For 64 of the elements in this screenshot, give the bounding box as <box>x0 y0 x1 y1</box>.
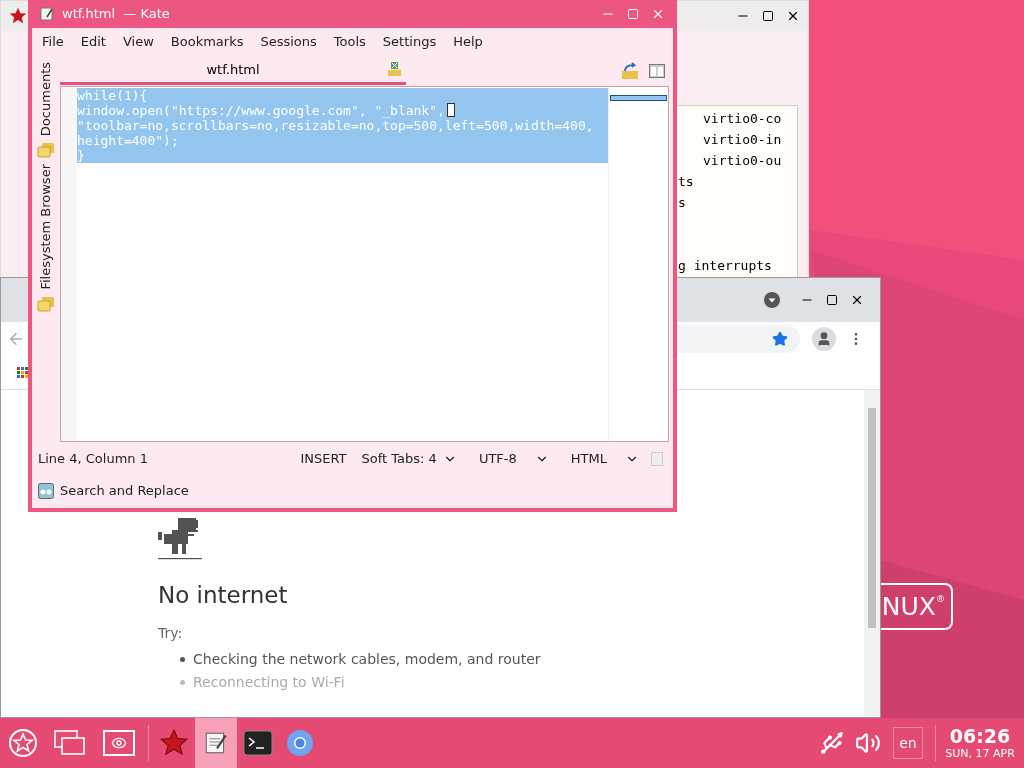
terminal-icon <box>243 730 273 756</box>
back-icon[interactable] <box>7 330 25 348</box>
dinosaur-icon <box>158 518 202 562</box>
menu-item[interactable]: Help <box>453 32 483 52</box>
network-icon[interactable] <box>819 730 845 756</box>
document-icon <box>40 7 54 21</box>
scrollbar[interactable] <box>864 390 880 717</box>
dropdown-icon[interactable] <box>764 292 780 308</box>
logo-text: NUX <box>881 594 936 619</box>
code-line: } <box>77 148 85 163</box>
close-icon[interactable] <box>850 293 864 307</box>
bullet-icon <box>180 679 185 685</box>
split-view-icon[interactable] <box>649 64 665 78</box>
code-line: window.open("https://www.google.com", "_blank", <box>77 103 445 118</box>
output-line: s <box>678 194 686 212</box>
bullet-icon <box>180 656 185 662</box>
code-line: "toolbar=no,scrollbars=no,resizable=no,top=500,left=500,width=400, <box>77 118 594 133</box>
folder-arrow-icon[interactable] <box>621 62 639 80</box>
output-line: virtio0-ou <box>703 152 782 170</box>
window-title: wtf.html — Kate <box>62 5 171 24</box>
star-icon <box>160 729 188 757</box>
code-line: while(1){ <box>77 88 148 103</box>
star-circle-icon <box>8 728 38 758</box>
close-icon[interactable] <box>786 9 800 23</box>
try-label: Try: <box>158 623 183 643</box>
binoculars-icon <box>38 483 54 499</box>
menu-item[interactable]: Edit <box>80 32 106 52</box>
suggestion-text: Checking the network cables, modem, and router <box>193 649 541 669</box>
cursor-position: Line 4, Column 1 <box>38 450 149 469</box>
maximize-icon[interactable] <box>762 10 774 22</box>
output-line: virtio0-in <box>703 131 782 149</box>
menu-item[interactable]: View <box>122 32 154 52</box>
menu-item[interactable]: File <box>42 32 64 52</box>
output-line: g interrupts <box>678 257 772 275</box>
code-line: height=400"); <box>77 133 179 148</box>
sidebar-tab[interactable]: Filesystem Browser <box>36 164 56 290</box>
notepad-icon <box>203 730 229 756</box>
menu-item[interactable]: Bookmarks <box>170 32 244 52</box>
profile-icon[interactable] <box>812 327 836 351</box>
search-replace-button[interactable]: Search and Replace <box>60 481 189 501</box>
save-icon <box>651 452 663 466</box>
clock[interactable]: 06:26 SUN, 17 APR <box>936 727 1024 759</box>
apps-grid-icon[interactable] <box>17 366 29 379</box>
menu-item[interactable]: Settings <box>382 32 437 52</box>
keyboard-layout-button[interactable]: en <box>893 727 923 759</box>
output-line: ts <box>678 173 694 191</box>
globe-icon <box>286 729 314 757</box>
syntax-dropdown[interactable]: HTML <box>570 449 639 469</box>
menu-item[interactable]: Tools <box>333 32 366 52</box>
registered-mark: ® <box>936 593 945 606</box>
indentation-dropdown[interactable]: Soft Tabs: 4 <box>361 449 457 469</box>
encoding-dropdown[interactable]: UTF-8 <box>478 449 549 469</box>
sidebar-tab[interactable]: Documents <box>36 62 56 137</box>
taskbar-button[interactable] <box>195 718 237 768</box>
maximize-icon[interactable] <box>826 294 838 306</box>
input-mode[interactable]: INSERT <box>300 449 347 469</box>
close-document-icon[interactable] <box>386 61 402 77</box>
suggestion-text: Reconnecting to Wi-Fi <box>193 672 345 692</box>
volume-icon[interactable] <box>855 730 881 756</box>
star-icon <box>9 7 27 25</box>
menu-item[interactable]: Sessions <box>260 32 317 52</box>
error-title: No internet <box>158 581 288 610</box>
bookmark-star-icon[interactable] <box>772 331 788 347</box>
output-line: virtio0-co <box>703 110 782 128</box>
